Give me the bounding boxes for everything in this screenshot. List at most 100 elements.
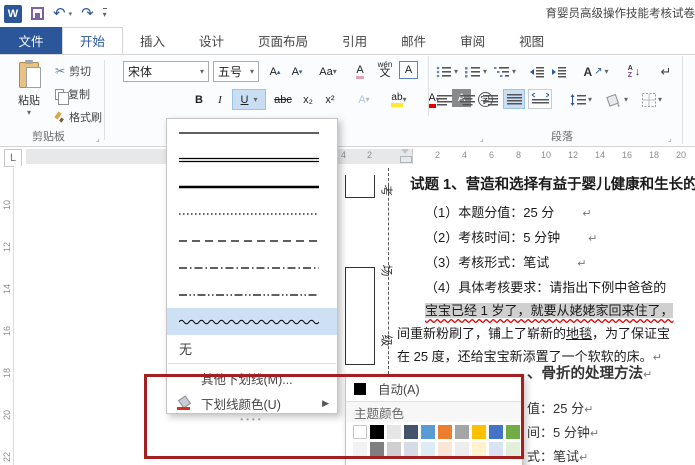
- chevron-down-icon[interactable]: ▾: [658, 95, 662, 104]
- chevron-down-icon[interactable]: ▾: [250, 67, 254, 76]
- color-swatch[interactable]: [506, 425, 520, 439]
- color-swatch[interactable]: [455, 425, 469, 439]
- distribute-button[interactable]: [528, 89, 552, 109]
- color-swatch[interactable]: [404, 425, 418, 439]
- horizontal-ruler[interactable]: 4 2 2 4 6 8 10 12 14 16 18 20: [26, 149, 695, 164]
- asian-layout-button[interactable]: A↗▾: [580, 61, 612, 82]
- paste-caret-icon[interactable]: ▾: [8, 108, 50, 117]
- color-swatch[interactable]: [353, 425, 367, 439]
- paste-button[interactable]: 粘贴 ▾: [8, 60, 50, 136]
- font-dialog-launcher-icon[interactable]: ⌟: [480, 134, 484, 143]
- tab-home[interactable]: 开始: [62, 27, 123, 54]
- tab-mailings[interactable]: 邮件: [384, 27, 443, 54]
- color-swatch[interactable]: [421, 442, 435, 456]
- color-swatch[interactable]: [472, 425, 486, 439]
- more-underlines-option[interactable]: 其他下划线(M)...: [167, 366, 337, 390]
- underline-style-dashed[interactable]: [167, 227, 337, 254]
- bold-button[interactable]: B: [190, 89, 208, 110]
- underline-caret-icon[interactable]: ▾: [253, 95, 257, 104]
- change-case-button[interactable]: Aa▾: [313, 61, 343, 82]
- clipboard-dialog-launcher-icon[interactable]: ⌟: [96, 134, 100, 143]
- underline-none-option[interactable]: 无: [167, 335, 337, 361]
- tab-file[interactable]: 文件: [0, 27, 62, 54]
- color-swatch[interactable]: [489, 442, 503, 456]
- indent-marker[interactable]: [400, 149, 410, 163]
- superscript-button[interactable]: x²: [320, 89, 340, 110]
- bullets-button[interactable]: ▾: [434, 61, 460, 82]
- automatic-color-option[interactable]: 自动(A): [346, 376, 522, 401]
- color-swatch[interactable]: [489, 425, 503, 439]
- font-name-combo[interactable]: 宋体▾: [123, 61, 209, 82]
- save-icon[interactable]: [31, 7, 44, 20]
- chevron-down-icon[interactable]: ▾: [483, 67, 487, 76]
- color-swatch[interactable]: [421, 425, 435, 439]
- color-swatch[interactable]: [472, 442, 486, 456]
- shrink-font-button[interactable]: A▾: [287, 61, 307, 82]
- color-swatch[interactable]: [370, 442, 384, 456]
- cut-button[interactable]: ✂ 剪切: [55, 62, 91, 80]
- chevron-down-icon[interactable]: ▾: [588, 95, 592, 104]
- underline-style-dash-dot[interactable]: [167, 254, 337, 281]
- line-spacing-button[interactable]: ▾: [566, 89, 596, 110]
- copy-button[interactable]: 复制: [55, 85, 90, 103]
- underline-style-wavy[interactable]: [167, 308, 337, 335]
- numbering-button[interactable]: ▾: [463, 61, 489, 82]
- tab-page-layout[interactable]: 页面布局: [241, 27, 325, 54]
- underline-style-single[interactable]: [167, 119, 337, 146]
- font-size-combo[interactable]: 五号▾: [213, 61, 259, 82]
- tab-view[interactable]: 视图: [502, 27, 561, 54]
- tab-insert[interactable]: 插入: [123, 27, 182, 54]
- chevron-down-icon[interactable]: ▾: [454, 67, 458, 76]
- tab-review[interactable]: 审阅: [443, 27, 502, 54]
- shading-button[interactable]: ▾: [602, 89, 632, 110]
- color-swatch[interactable]: [370, 425, 384, 439]
- grow-font-button[interactable]: A▴: [265, 61, 285, 82]
- text-effects-button[interactable]: A▾: [349, 89, 379, 110]
- strikethrough-button[interactable]: abc: [270, 89, 296, 110]
- undo-icon[interactable]: ↶: [53, 6, 66, 21]
- color-swatch[interactable]: [506, 442, 520, 456]
- redo-icon[interactable]: ↷: [81, 6, 94, 21]
- increase-indent-button[interactable]: [549, 61, 569, 82]
- color-swatch[interactable]: [438, 442, 452, 456]
- color-swatch[interactable]: [455, 442, 469, 456]
- chevron-down-icon[interactable]: ▾: [624, 95, 628, 104]
- chevron-down-icon[interactable]: ▾: [512, 67, 516, 76]
- decrease-indent-button[interactable]: [527, 61, 547, 82]
- underline-style-dotted[interactable]: [167, 200, 337, 227]
- subscript-button[interactable]: x₂: [298, 89, 318, 110]
- multilevel-list-button[interactable]: ▾: [492, 61, 518, 82]
- undo-caret-icon[interactable]: ▾: [69, 10, 73, 18]
- format-painter-button[interactable]: 格式刷: [55, 108, 102, 126]
- align-left-button[interactable]: [434, 89, 454, 110]
- tab-references[interactable]: 引用: [325, 27, 384, 54]
- tab-selector[interactable]: L: [4, 149, 22, 167]
- menu-resize-grip[interactable]: ••••: [167, 416, 337, 424]
- clear-formatting-button[interactable]: A: [350, 61, 370, 82]
- underline-style-thick[interactable]: [167, 173, 337, 200]
- align-right-button[interactable]: [480, 89, 500, 110]
- document-text[interactable]: 试题 1、营造和选择有益于婴儿健康和生长的环 （1）本题分值：25 分↵ （2）…: [397, 174, 695, 370]
- color-swatch[interactable]: [387, 442, 401, 456]
- align-center-button[interactable]: [457, 89, 477, 110]
- phonetic-guide-button[interactable]: wén文: [374, 58, 396, 79]
- underline-style-dash-dot-dot[interactable]: [167, 281, 337, 308]
- underline-button[interactable]: U▾: [232, 89, 266, 110]
- customize-qat-icon[interactable]: ▾: [103, 8, 107, 19]
- italic-button[interactable]: I: [212, 89, 228, 110]
- show-hide-marks-button[interactable]: ↵: [656, 61, 676, 82]
- color-swatch[interactable]: [404, 442, 418, 456]
- justify-button[interactable]: [503, 89, 525, 109]
- chevron-down-icon[interactable]: ▾: [200, 67, 204, 76]
- word-logo-icon[interactable]: W: [4, 5, 22, 23]
- paragraph-dialog-launcher-icon[interactable]: ⌟: [668, 134, 672, 143]
- selected-text-line[interactable]: 宝宝已经 1 岁了，就要从姥姥家回来住了，: [397, 299, 695, 322]
- highlight-color-button[interactable]: ab▾: [383, 89, 415, 110]
- color-swatch[interactable]: [387, 425, 401, 439]
- tab-design[interactable]: 设计: [182, 27, 241, 54]
- borders-button[interactable]: ▾: [636, 89, 668, 110]
- vertical-ruler[interactable]: 10 12 14 16 18 20 22: [0, 168, 14, 465]
- sort-button[interactable]: AZ↓: [622, 61, 646, 82]
- color-swatch[interactable]: [353, 442, 367, 456]
- color-swatch[interactable]: [438, 425, 452, 439]
